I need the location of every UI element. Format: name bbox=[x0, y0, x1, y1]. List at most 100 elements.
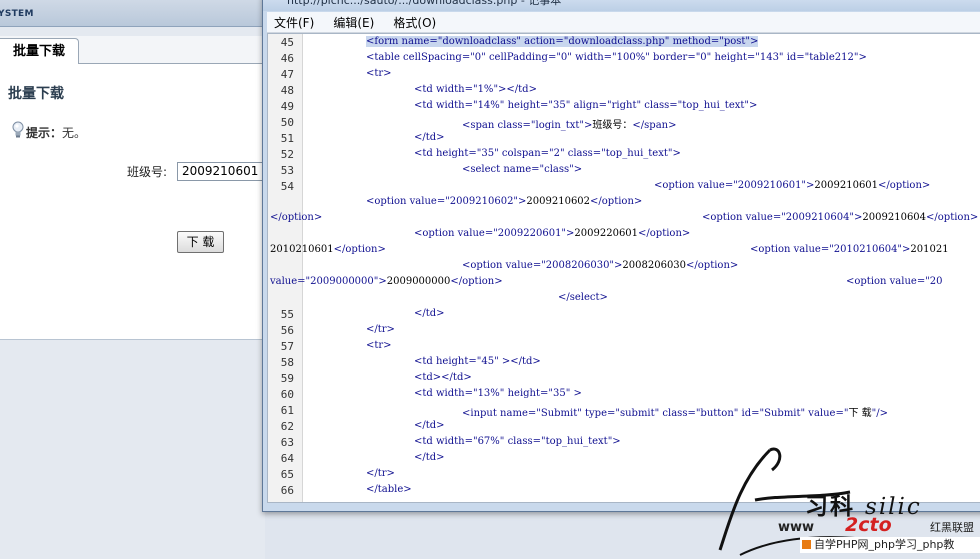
code-tag: <option value="2009210602"> bbox=[366, 196, 527, 207]
code-tag: </option> bbox=[686, 260, 739, 271]
tip-text: 提示：无。 bbox=[26, 124, 86, 141]
notepad-window: http://plcnc.../sauto/.../downloadclass.… bbox=[262, 0, 980, 512]
code-tag: <input name="Submit" type="submit" class… bbox=[462, 408, 849, 419]
code-tag: <td width="67%" class="top_hui_text"> bbox=[414, 436, 621, 447]
code-tag: value="2009000000"> bbox=[270, 276, 387, 287]
line-number: 58 bbox=[280, 356, 294, 369]
code-tag: <span class="login_txt"> bbox=[462, 120, 593, 131]
square-mark-icon bbox=[802, 540, 811, 549]
code-line: </tr> bbox=[366, 468, 395, 479]
code-tag: </select> bbox=[558, 292, 608, 303]
page-title: 批量下载 bbox=[8, 86, 64, 102]
line-number: 66 bbox=[280, 484, 294, 497]
code-tag: <form name="downloadclass" action="downl… bbox=[366, 36, 759, 47]
line-number: 52 bbox=[280, 148, 294, 161]
code-line: <option value="2009210604">2009210604</o… bbox=[702, 212, 978, 223]
code-line: <select name="class"> bbox=[462, 164, 582, 175]
line-number: 47 bbox=[280, 68, 294, 81]
code-tag: "/> bbox=[871, 408, 888, 419]
code-tag: <option value="2010210604"> bbox=[750, 244, 911, 255]
tip-label: 提示： bbox=[26, 126, 63, 140]
code-tag: <tr> bbox=[366, 68, 392, 79]
system-label: YSTEM bbox=[0, 9, 34, 19]
menu-file[interactable]: 文件(F) bbox=[267, 14, 321, 34]
code-tag: <option value="2008206030"> bbox=[462, 260, 623, 271]
code-line: <td width="1%"></td> bbox=[414, 84, 537, 95]
code-line: <table cellSpacing="0" cellPadding="0" w… bbox=[366, 52, 867, 63]
watermark-footer: 自学PHP网_php学习_php教 bbox=[800, 537, 980, 553]
line-number: 48 bbox=[280, 84, 294, 97]
code-tag: </option> bbox=[450, 276, 503, 287]
code-line: </select> bbox=[558, 292, 608, 303]
code-line: </td> bbox=[414, 452, 445, 463]
code-text: 班级号： bbox=[592, 120, 633, 131]
line-number: 60 bbox=[280, 388, 294, 401]
code-tag: <table cellSpacing="0" cellPadding="0" w… bbox=[366, 52, 867, 63]
line-number: 46 bbox=[280, 52, 294, 65]
code-tag: <td height="35" colspan="2" class="top_h… bbox=[414, 148, 681, 159]
code-line: <tr> bbox=[366, 340, 392, 351]
line-number: 56 bbox=[280, 324, 294, 337]
line-number: 50 bbox=[280, 116, 294, 129]
code-line: </td> bbox=[414, 308, 445, 319]
code-tag: </option> bbox=[926, 212, 979, 223]
selected-code-line: <form name="downloadclass" action="downl… bbox=[366, 36, 759, 47]
code-line: value="2009000000">2009000000</option> bbox=[270, 276, 503, 287]
menu-format[interactable]: 格式(O) bbox=[386, 14, 443, 34]
code-tag: </option> bbox=[590, 196, 643, 207]
class-number-select[interactable]: 2009210601 bbox=[177, 162, 267, 181]
notepad-title-bar[interactable]: http://plcnc.../sauto/.../downloadclass.… bbox=[263, 0, 980, 11]
line-number: 62 bbox=[280, 420, 294, 433]
line-number: 64 bbox=[280, 452, 294, 465]
code-line: <option value="20 bbox=[846, 276, 943, 287]
line-number: 55 bbox=[280, 308, 294, 321]
code-text: 2009000000 bbox=[386, 276, 451, 287]
menu-edit[interactable]: 编辑(E) bbox=[326, 14, 381, 34]
browser-page: YSTEM 批量下载 批量下载 提示：无。 班级号: 2009210601 下 … bbox=[0, 0, 267, 559]
code-line: <td></td> bbox=[414, 372, 472, 383]
watermark-red-text: 红黑联盟 bbox=[930, 521, 974, 534]
code-line: <tr> bbox=[366, 68, 392, 79]
code-tag: <option value="20 bbox=[846, 276, 943, 287]
code-tag: </option> bbox=[270, 212, 323, 223]
code-tag: </option> bbox=[333, 244, 386, 255]
code-line: <span class="login_txt">班级号：</span> bbox=[462, 116, 676, 131]
watermark-www: www bbox=[778, 520, 815, 535]
code-tag: </tr> bbox=[366, 468, 395, 479]
line-number: 61 bbox=[280, 404, 294, 417]
code-text: 2009210601 bbox=[814, 180, 879, 191]
code-tag: </td> bbox=[414, 420, 445, 431]
code-tag: </tr> bbox=[366, 324, 395, 335]
code-text: 2008206030 bbox=[622, 260, 687, 271]
watermark-logo: 2cto bbox=[845, 514, 892, 536]
tab-batch-download[interactable]: 批量下载 bbox=[0, 38, 79, 64]
code-line: <td width="14%" height="35" align="right… bbox=[414, 100, 757, 111]
code-line: <td width="13%" height="35" > bbox=[414, 388, 582, 399]
code-text: 2009220601 bbox=[574, 228, 639, 239]
code-tag: </option> bbox=[878, 180, 931, 191]
code-line: <td height="45" ></td> bbox=[414, 356, 541, 367]
code-editor[interactable]: 45 46 47 48 49 50 51 52 53 54 55 56 57 58 59 60 61 62 63 64… bbox=[267, 33, 980, 503]
line-number: 51 bbox=[280, 132, 294, 145]
code-line: <option value="2008206030">2008206030</o… bbox=[462, 260, 738, 271]
code-tag: <td width="1%"></td> bbox=[414, 84, 537, 95]
notepad-menu-bar: 文件(F) 编辑(E) 格式(O) bbox=[267, 12, 980, 33]
code-line: </td> bbox=[414, 132, 445, 143]
code-line: </td> bbox=[414, 420, 445, 431]
code-line: <input name="Submit" type="submit" class… bbox=[462, 404, 888, 419]
code-tag: <td></td> bbox=[414, 372, 472, 383]
line-number: 65 bbox=[280, 468, 294, 481]
tab-strip: 批量下载 bbox=[0, 36, 265, 64]
code-text: 2009210604 bbox=[862, 212, 927, 223]
code-tag: <td height="45" ></td> bbox=[414, 356, 541, 367]
code-tag: </td> bbox=[414, 132, 445, 143]
code-line: <td width="67%" class="top_hui_text"> bbox=[414, 436, 621, 447]
code-line: <option value="2009220601">2009220601</o… bbox=[414, 228, 690, 239]
line-number-gutter: 45 46 47 48 49 50 51 52 53 54 55 56 57 58 59 60 61 62 63 64… bbox=[268, 34, 303, 502]
code-line: <option value="2010210604">201021 bbox=[750, 244, 949, 255]
code-line: <td height="35" colspan="2" class="top_h… bbox=[414, 148, 681, 159]
code-line: 2010210601</option> bbox=[270, 244, 386, 255]
code-line: <option value="2009210602">2009210602</o… bbox=[366, 196, 642, 207]
line-number: 49 bbox=[280, 100, 294, 113]
download-button[interactable]: 下 载 bbox=[177, 231, 224, 253]
